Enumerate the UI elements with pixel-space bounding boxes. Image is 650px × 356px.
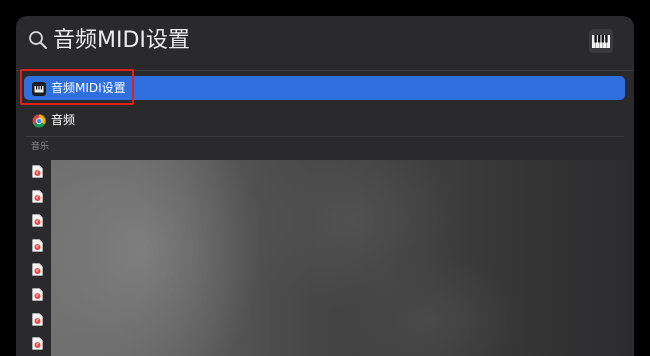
music-file-icon[interactable] (32, 261, 43, 277)
annotation-highlight-box (20, 69, 134, 105)
chrome-icon (32, 113, 46, 128)
result-label: 音频 (51, 113, 76, 127)
music-file-icon[interactable] (32, 163, 43, 178)
music-file-icon[interactable] (32, 188, 43, 203)
music-file-icon[interactable] (32, 212, 43, 227)
section-divider (26, 136, 624, 137)
music-file-icon[interactable] (32, 237, 43, 252)
music-file-icon[interactable] (32, 311, 43, 326)
section-header-music: 音乐 (31, 142, 50, 152)
piano-keyboard-icon (588, 28, 614, 54)
spotlight-panel: 音频MIDI设置 音频MIDI设置 音频 音乐 (16, 16, 634, 356)
music-file-icon[interactable] (32, 286, 43, 301)
search-icon (28, 30, 48, 50)
search-bar[interactable]: 音频MIDI设置 (16, 16, 634, 66)
result-audio[interactable]: 音频 (24, 108, 625, 132)
search-input[interactable]: 音频MIDI设置 (53, 26, 190, 56)
music-file-icon[interactable] (32, 335, 43, 350)
blurred-results (51, 160, 634, 356)
